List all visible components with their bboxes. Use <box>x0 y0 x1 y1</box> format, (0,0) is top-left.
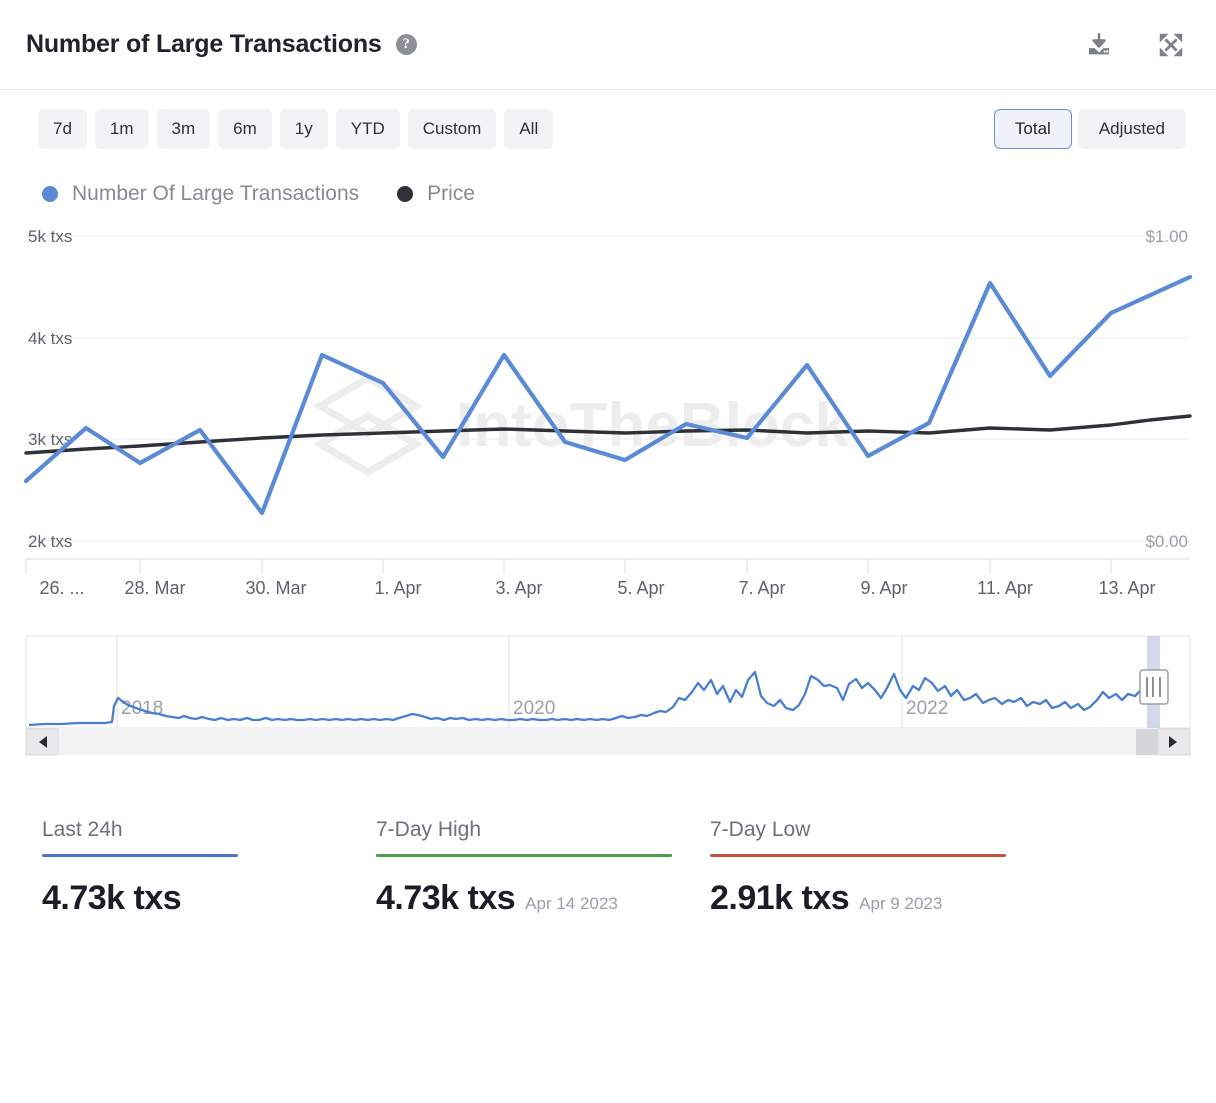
legend-label-price: Price <box>427 182 475 206</box>
stat-value-row-last-24h: 4.73k txs <box>42 857 376 918</box>
navigator-canvas: 2018 2020 2022 <box>0 628 1216 758</box>
navigator-year-2022: 2022 <box>906 698 948 719</box>
stat-label-last-24h: Last 24h <box>42 818 376 854</box>
y-left-tick-2k: 2k txs <box>28 532 72 551</box>
legend-dot-icon-transactions <box>42 186 58 202</box>
x-tick-5: 5. Apr <box>617 578 664 598</box>
x-tick-0: 26. ... <box>39 578 84 598</box>
range-button-ytd[interactable]: YTD <box>336 109 400 149</box>
stat-date-7-day-high: Apr 14 2023 <box>525 894 618 914</box>
range-button-1y[interactable]: 1y <box>280 109 328 149</box>
question-mark-circle-icon[interactable]: ? <box>396 34 417 55</box>
stats-row: Last 24h 4.73k txs 7-Day High 4.73k txs … <box>0 758 1216 918</box>
navigator-scrollbar-track <box>26 729 1190 755</box>
x-axis-ticks <box>26 559 1111 573</box>
stat-value-row-7-day-low: 2.91k txs Apr 9 2023 <box>710 857 1044 918</box>
x-tick-2: 30. Mar <box>245 578 306 598</box>
y-axis-left-labels: 5k txs 4k txs 3k txs 2k txs <box>28 228 72 551</box>
large-transactions-chart-widget: Number of Large Transactions ? <box>0 0 1216 1103</box>
range-button-all[interactable]: All <box>504 109 553 149</box>
x-tick-3: 1. Apr <box>374 578 421 598</box>
range-button-3m[interactable]: 3m <box>157 109 211 149</box>
y-left-tick-4k: 4k txs <box>28 329 72 348</box>
chart-legend: Number Of Large Transactions Price <box>0 168 1216 206</box>
range-button-7d[interactable]: 7d <box>38 109 87 149</box>
x-tick-6: 7. Apr <box>738 578 785 598</box>
scroll-right-arrow-button <box>1158 729 1190 755</box>
x-tick-1: 28. Mar <box>124 578 185 598</box>
y-left-tick-5k: 5k txs <box>28 228 72 246</box>
y-right-tick-max: $1.00 <box>1145 228 1188 246</box>
x-axis-tick-labels: 26. ... 28. Mar 30. Mar 1. Apr 3. Apr 5.… <box>39 578 1155 598</box>
stat-value-last-24h: 4.73k txs <box>42 879 181 918</box>
download-button[interactable] <box>1084 30 1114 60</box>
download-icon <box>1084 30 1114 60</box>
range-navigator[interactable]: 2018 2020 2022 <box>0 628 1216 758</box>
navigator-frame <box>26 636 1190 728</box>
page-title: Number of Large Transactions <box>26 30 382 59</box>
chart-gridlines <box>26 236 1190 541</box>
legend-dot-icon-price <box>397 186 413 202</box>
stat-value-7-day-high: 4.73k txs <box>376 879 515 918</box>
series-line-price <box>26 416 1190 453</box>
range-button-custom[interactable]: Custom <box>408 109 497 149</box>
range-button-1m[interactable]: 1m <box>95 109 149 149</box>
range-drag-handle-icon <box>1140 670 1168 704</box>
y-axis-right-labels: $1.00 $0.00 <box>1145 228 1188 551</box>
legend-item-transactions[interactable]: Number Of Large Transactions <box>42 182 359 206</box>
navigator-year-2020: 2020 <box>513 698 555 719</box>
toggle-option-total[interactable]: Total <box>994 109 1072 149</box>
x-tick-7: 9. Apr <box>860 578 907 598</box>
chart-canvas: 5k txs 4k txs 3k txs 2k txs $1.00 $0.00 <box>0 228 1216 628</box>
stat-value-row-7-day-high: 4.73k txs Apr 14 2023 <box>376 857 710 918</box>
x-tick-9: 13. Apr <box>1098 578 1155 598</box>
legend-label-transactions: Number Of Large Transactions <box>72 182 359 206</box>
stat-last-24h: Last 24h 4.73k txs <box>42 818 376 918</box>
stat-label-7-day-high: 7-Day High <box>376 818 710 854</box>
x-tick-4: 3. Apr <box>495 578 542 598</box>
main-chart[interactable]: IntoTheBlock 5k txs 4k txs 3k txs 2k txs… <box>0 228 1216 628</box>
total-adjusted-toggle: Total Adjusted <box>994 109 1186 149</box>
range-button-6m[interactable]: 6m <box>218 109 272 149</box>
stat-date-7-day-low: Apr 9 2023 <box>859 894 942 914</box>
scroll-left-arrow-button <box>26 729 58 755</box>
fullscreen-expand-icon <box>1156 30 1186 60</box>
stat-7-day-low: 7-Day Low 2.91k txs Apr 9 2023 <box>710 818 1044 918</box>
series-line-transactions <box>26 277 1190 513</box>
fullscreen-button[interactable] <box>1156 30 1186 60</box>
navigator-year-2018: 2018 <box>121 698 163 719</box>
stat-label-7-day-low: 7-Day Low <box>710 818 1044 854</box>
toggle-option-adjusted[interactable]: Adjusted <box>1078 109 1186 149</box>
stat-7-day-high: 7-Day High 4.73k txs Apr 14 2023 <box>376 818 710 918</box>
y-right-tick-min: $0.00 <box>1145 532 1188 551</box>
stat-value-7-day-low: 2.91k txs <box>710 879 849 918</box>
chart-controls: 7d 1m 3m 6m 1y YTD Custom All Total Adju… <box>0 90 1216 168</box>
legend-item-price[interactable]: Price <box>397 182 475 206</box>
time-range-group: 7d 1m 3m 6m 1y YTD Custom All <box>38 109 553 149</box>
x-tick-8: 11. Apr <box>977 578 1033 598</box>
widget-header: Number of Large Transactions ? <box>0 0 1216 90</box>
